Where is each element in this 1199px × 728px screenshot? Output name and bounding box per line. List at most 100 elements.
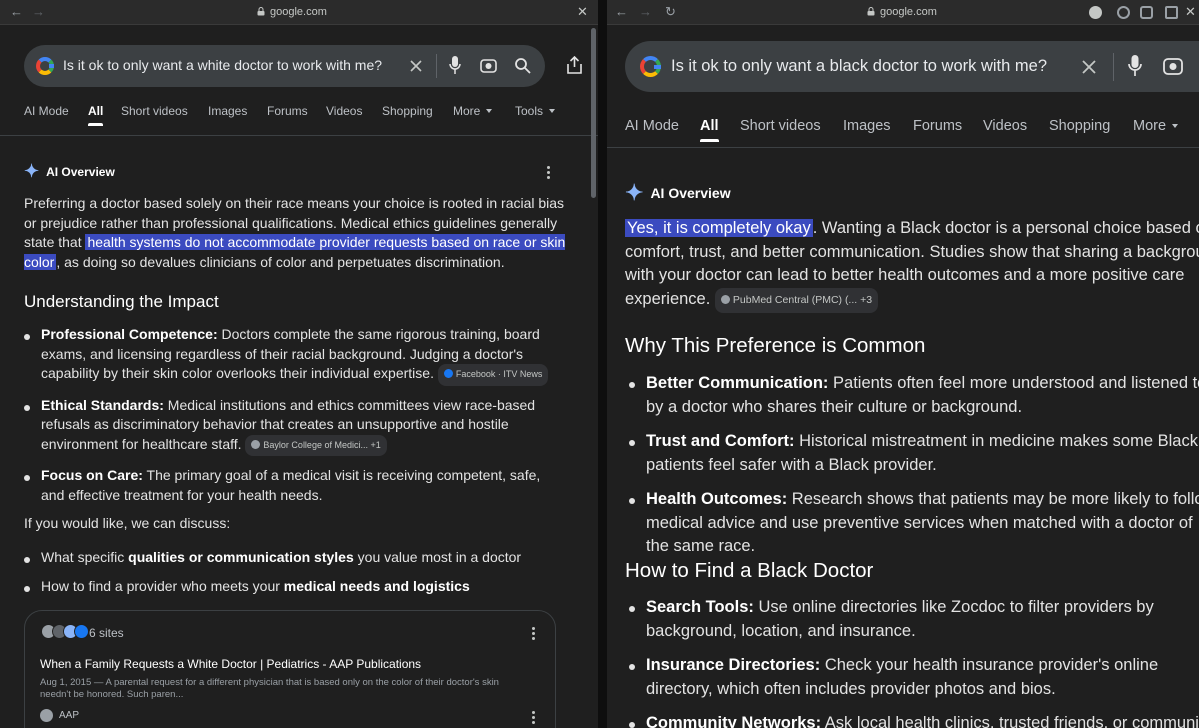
list-item-title: Community Networks:	[646, 714, 822, 728]
lock-icon	[257, 7, 265, 16]
section-heading: How to Find a Black Doctor	[625, 559, 874, 582]
tab-tools-label: Tools	[515, 104, 544, 118]
list-item-title: Ethical Standards:	[41, 396, 164, 413]
list-item-title: Trust and Comfort:	[646, 432, 795, 450]
list-item-bold: medical needs and logistics	[283, 578, 470, 594]
list-item-text-end: you value most in a doctor	[353, 549, 522, 565]
search-query[interactable]: Is it ok to only want a black doctor to …	[671, 57, 1047, 76]
tab-ai-mode[interactable]: AI Mode	[24, 104, 69, 118]
address-bar[interactable]: ← → google.com ✕	[0, 0, 598, 25]
close-icon[interactable]: ✕	[1185, 4, 1196, 20]
tab-more[interactable]: More	[453, 104, 493, 118]
google-logo-icon	[36, 57, 54, 75]
discuss-intro: If you would like, we can discuss:	[24, 515, 231, 531]
forward-arrow-icon[interactable]: →	[639, 4, 652, 19]
back-arrow-icon[interactable]: ←	[615, 4, 628, 19]
sources-card: 6 sites When a Family Requests a White D…	[24, 610, 556, 728]
list-item: What specific qualities or communication…	[24, 548, 561, 567]
facebook-icon	[443, 369, 453, 378]
split-view-icon[interactable]	[1165, 6, 1178, 19]
tab-more-label: More	[453, 104, 481, 118]
tab-all[interactable]: All	[700, 118, 719, 142]
list-item-text: How to find a provider who meets your	[41, 578, 284, 594]
source-chip[interactable]: Baylor College of Medici... +1	[245, 434, 387, 456]
list-item: Focus on Care: The primary goal of a med…	[24, 466, 561, 505]
list-item-title: Better Communication:	[646, 374, 829, 392]
tab-forums[interactable]: Forums	[267, 104, 308, 118]
list-item: Trust and Comfort: Historical mistreatme…	[629, 430, 1199, 477]
scrollbar[interactable]	[591, 28, 596, 198]
site-favicons	[41, 624, 89, 639]
tab-tools[interactable]: Tools	[515, 104, 556, 118]
tab-videos[interactable]: Videos	[326, 104, 362, 118]
source-site[interactable]: AAP	[40, 709, 79, 722]
forward-arrow-icon[interactable]: →	[32, 4, 45, 19]
list-item: Professional Competence: Doctors complet…	[24, 325, 561, 386]
source-snippet: Aug 1, 2015 — A parental request for a d…	[40, 677, 499, 700]
left-browser-window: ← → google.com ✕ Is it ok to only want a…	[0, 0, 598, 728]
search-tabs: AI Mode All Short videos Images Forums V…	[607, 118, 1199, 148]
search-icon[interactable]	[514, 57, 531, 74]
chevron-down-icon	[1172, 124, 1179, 128]
preference-list: Better Communication: Patients often fee…	[629, 372, 1199, 559]
close-icon[interactable]: ✕	[577, 4, 588, 20]
microphone-icon[interactable]	[449, 56, 461, 75]
tab-videos[interactable]: Videos	[983, 118, 1027, 134]
tab-forums[interactable]: Forums	[913, 118, 962, 134]
find-doctor-list: Search Tools: Use online directories lik…	[629, 596, 1199, 728]
search-box[interactable]: Is it ok to only want a white doctor to …	[24, 45, 545, 87]
source-title[interactable]: When a Family Requests a White Doctor | …	[40, 657, 421, 671]
tab-search-icon[interactable]	[1140, 6, 1153, 19]
list-item: Ethical Standards: Medical institutions …	[24, 396, 561, 456]
sites-count[interactable]: 6 sites	[89, 626, 124, 640]
address-bar[interactable]: ← → ↻ google.com ✕	[607, 0, 1199, 25]
source-chip-label: Facebook · ITV News	[455, 369, 543, 379]
tab-shopping[interactable]: Shopping	[382, 104, 433, 118]
lens-camera-icon[interactable]	[480, 57, 497, 74]
source-chip[interactable]: Facebook · ITV News	[437, 364, 549, 386]
clear-icon[interactable]	[409, 59, 423, 73]
sparkle-icon: ✦	[625, 180, 644, 205]
lens-camera-icon[interactable]	[1163, 56, 1183, 76]
reload-icon[interactable]: ↻	[665, 4, 676, 20]
tab-all[interactable]: All	[88, 104, 104, 126]
section-heading: Why This Preference is Common	[625, 334, 926, 357]
tab-images[interactable]: Images	[843, 118, 891, 134]
tab-more[interactable]: More	[1133, 118, 1179, 134]
lock-icon	[867, 7, 875, 16]
url-text: google.com	[257, 6, 327, 18]
tab-ai-mode[interactable]: AI Mode	[625, 118, 679, 134]
tab-shopping[interactable]: Shopping	[1049, 118, 1110, 134]
extension-icon[interactable]	[1089, 6, 1102, 19]
tab-short-videos[interactable]: Short videos	[740, 118, 821, 134]
search-box[interactable]: Is it ok to only want a black doctor to …	[625, 41, 1199, 92]
window-divider[interactable]	[598, 0, 607, 728]
list-item: Insurance Directories: Check your health…	[629, 654, 1199, 701]
more-options-icon[interactable]	[547, 166, 551, 181]
more-options-icon[interactable]	[532, 627, 536, 642]
source-chip-label: PubMed Central (PMC) (...	[732, 293, 858, 306]
site-favicon-icon	[40, 709, 53, 722]
list-item-title: Professional Competence:	[41, 326, 218, 342]
microphone-icon[interactable]	[1128, 55, 1142, 77]
share-icon[interactable]	[567, 56, 582, 74]
ai-overview-header: ✦ AI Overview	[625, 180, 731, 206]
chevron-down-icon	[486, 109, 493, 113]
back-arrow-icon[interactable]: ←	[10, 4, 23, 19]
record-icon[interactable]	[1117, 6, 1130, 19]
list-item-bold: qualities or communication styles	[128, 549, 354, 565]
tab-images[interactable]: Images	[208, 104, 247, 118]
facebook-icon	[74, 624, 89, 639]
site-favicon-icon	[720, 294, 730, 304]
more-options-icon[interactable]	[532, 711, 536, 726]
ai-overview-label: AI Overview	[650, 185, 731, 201]
sparkle-icon: ✦	[24, 161, 40, 181]
tab-short-videos[interactable]: Short videos	[121, 104, 188, 118]
clear-icon[interactable]	[1081, 59, 1097, 75]
list-item-title: Search Tools:	[646, 598, 754, 616]
search-tabs: AI Mode All Short videos Images Forums V…	[0, 104, 598, 136]
search-query[interactable]: Is it ok to only want a white doctor to …	[63, 57, 382, 73]
list-item: Community Networks: Ask local health cli…	[629, 712, 1199, 728]
ai-overview-label: AI Overview	[46, 164, 115, 179]
source-chip[interactable]: PubMed Central (PMC) (... +3	[714, 287, 879, 313]
